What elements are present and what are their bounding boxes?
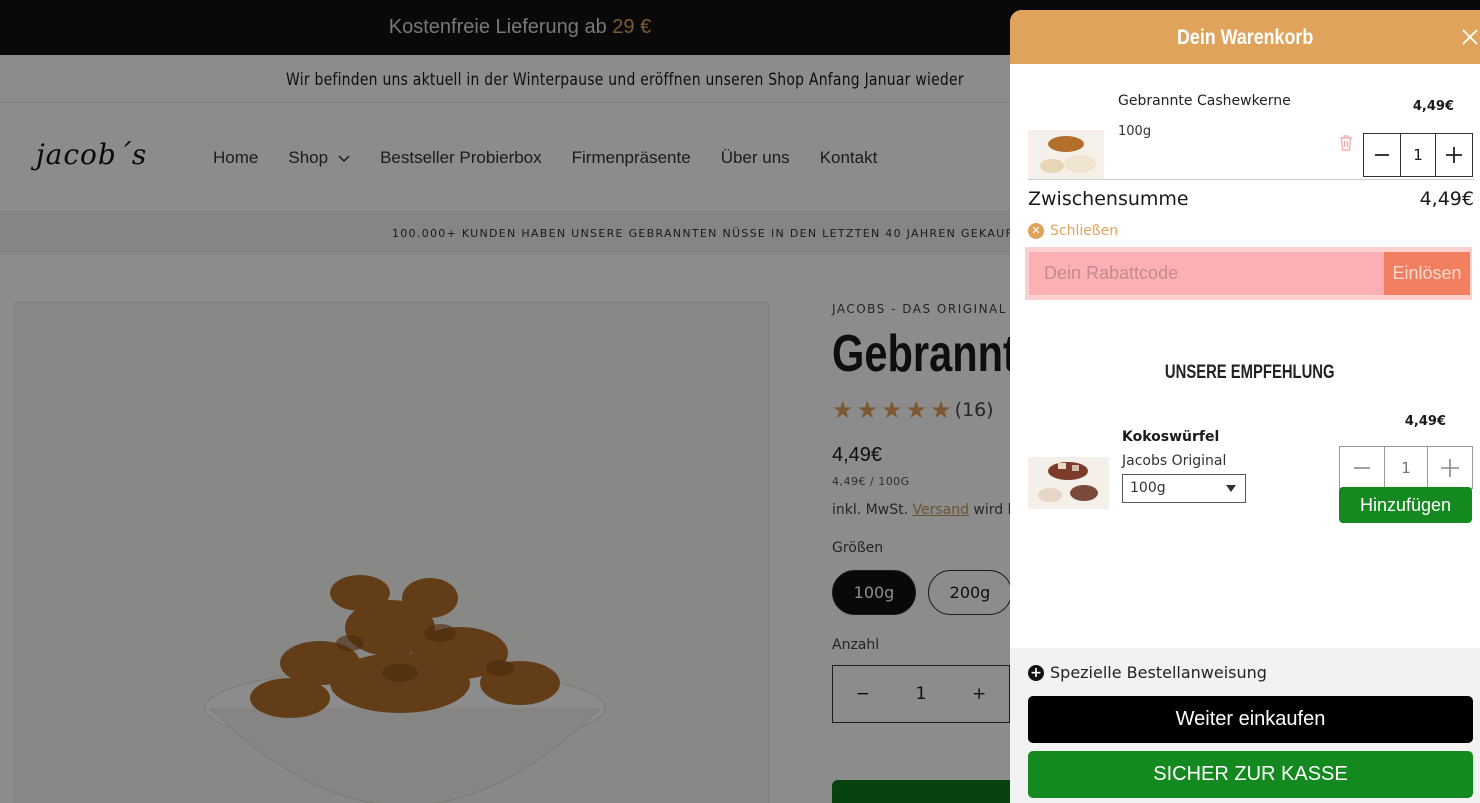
close-icon[interactable] bbox=[1460, 27, 1480, 47]
minus-icon bbox=[1375, 154, 1389, 156]
continue-shopping-button[interactable]: Weiter einkaufen bbox=[1028, 696, 1473, 743]
coupon-input[interactable] bbox=[1029, 252, 1384, 295]
cashew-thumbnail-image bbox=[1028, 130, 1104, 180]
plus-icon bbox=[1446, 147, 1462, 163]
recommendation-name[interactable]: Kokoswürfel bbox=[1122, 429, 1219, 445]
line-item-variant: 100g bbox=[1118, 124, 1152, 139]
recommendation-vendor: Jacobs Original bbox=[1122, 453, 1227, 469]
line-item-quantity-stepper: 1 bbox=[1363, 133, 1473, 177]
recommendation-quantity[interactable]: 1 bbox=[1384, 447, 1428, 488]
cart-line-item: Gebrannte Cashewkerne 100g 4,49€ 1 bbox=[1028, 88, 1474, 180]
recommendation-item: Kokoswürfel Jacobs Original 100g 4,49€ 1… bbox=[1028, 410, 1474, 530]
special-instructions-label: Spezielle Bestellanweisung bbox=[1050, 663, 1267, 682]
close-circle-icon: ✕ bbox=[1028, 223, 1044, 239]
plus-circle-icon: + bbox=[1028, 664, 1044, 681]
checkout-button[interactable]: SICHER ZUR KASSE bbox=[1028, 751, 1473, 798]
coupon-form: Einlösen bbox=[1025, 247, 1472, 300]
line-item-price: 4,49€ bbox=[1412, 99, 1454, 114]
close-coupon-label: Schließen bbox=[1050, 223, 1119, 239]
redeem-button[interactable]: Einlösen bbox=[1384, 252, 1470, 295]
line-item-name[interactable]: Gebrannte Cashewkerne bbox=[1118, 93, 1291, 109]
decrease-button[interactable] bbox=[1364, 134, 1400, 176]
cart-title: Dein Warenkorb bbox=[1176, 26, 1314, 49]
line-item-quantity[interactable]: 1 bbox=[1400, 134, 1436, 176]
product-thumbnail[interactable] bbox=[1028, 130, 1104, 180]
cart-drawer: Dein Warenkorb Gebrannte Cashewkerne 100… bbox=[1010, 10, 1480, 803]
increase-button[interactable] bbox=[1436, 134, 1472, 176]
cart-footer: + Spezielle Bestellanweisung Weiter eink… bbox=[1010, 648, 1480, 803]
recommendation-title: UNSERE EMPFEHLUNG bbox=[1010, 362, 1480, 384]
subtotal-label: Zwischensumme bbox=[1028, 188, 1189, 210]
coconut-cubes-image bbox=[1028, 457, 1109, 509]
subtotal-row: Zwischensumme 4,49€ bbox=[1028, 188, 1474, 210]
special-instructions-toggle[interactable]: + Spezielle Bestellanweisung bbox=[1028, 663, 1267, 682]
recommendation-price: 4,49€ bbox=[1404, 414, 1446, 429]
variant-select[interactable]: 100g bbox=[1122, 474, 1246, 503]
recommendation-quantity-stepper: 1 bbox=[1339, 446, 1473, 489]
divider bbox=[1028, 179, 1474, 180]
close-coupon-link[interactable]: ✕ Schließen bbox=[1028, 223, 1118, 239]
variant-select-value: 100g bbox=[1130, 480, 1166, 496]
recommendation-thumbnail[interactable] bbox=[1028, 457, 1109, 509]
dropdown-arrow-icon bbox=[1226, 485, 1236, 492]
subtotal-value: 4,49€ bbox=[1419, 188, 1474, 210]
trash-icon[interactable] bbox=[1339, 135, 1353, 151]
cart-header: Dein Warenkorb bbox=[1010, 10, 1480, 64]
increase-button[interactable] bbox=[1428, 447, 1472, 488]
minus-icon bbox=[1354, 466, 1370, 469]
plus-icon bbox=[1441, 458, 1459, 477]
decrease-button[interactable] bbox=[1340, 447, 1384, 488]
add-recommendation-button[interactable]: Hinzufügen bbox=[1339, 487, 1472, 523]
recommendation-title-text: UNSERE EMPFEHLUNG bbox=[1165, 362, 1335, 383]
